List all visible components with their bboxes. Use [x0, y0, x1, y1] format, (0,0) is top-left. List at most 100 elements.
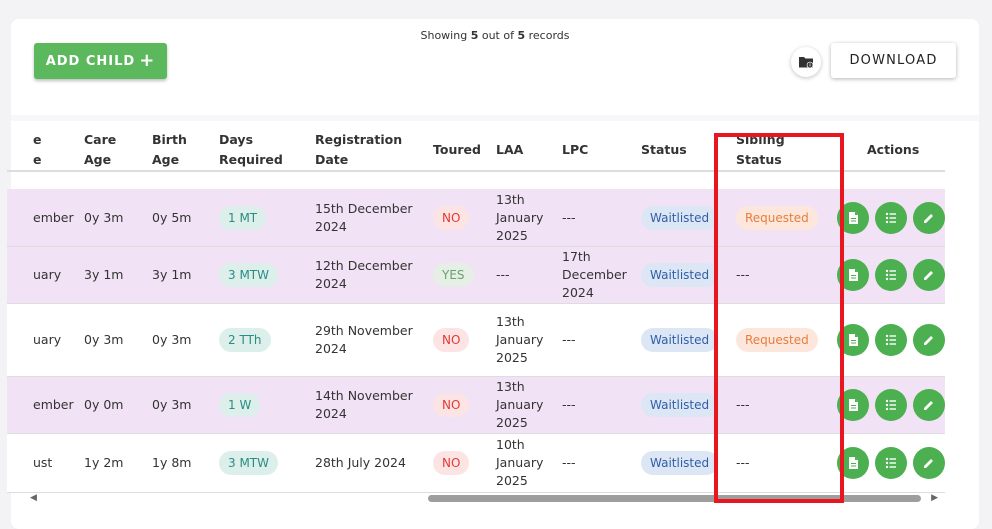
days-required-badge: 3 MTW	[219, 263, 278, 287]
document-icon	[849, 211, 858, 224]
care-age-cell: 1y 2m	[84, 455, 124, 470]
child-name-cell: ust	[33, 455, 53, 470]
details-list-button[interactable]	[875, 324, 907, 356]
birth-age-cell: 3y 1m	[152, 267, 192, 282]
edit-button[interactable]	[913, 201, 945, 234]
header-birth-age[interactable]: Birth Age	[152, 130, 187, 170]
registration-date-cell: 29th November 2024	[315, 323, 413, 356]
scrollbar-thumb[interactable]	[428, 495, 921, 502]
table-row[interactable]: ember 0y 3m 0y 5m 1 MT 15th December 2024…	[7, 189, 945, 247]
toolbar: Showing 5 out of 5 records ADD CHILD + D…	[11, 19, 979, 115]
edit-button[interactable]	[913, 447, 945, 479]
care-age-cell: 0y 0m	[84, 397, 124, 412]
sibling-status-cell: ---	[736, 455, 750, 470]
add-child-button[interactable]: ADD CHILD +	[34, 43, 167, 79]
edit-button[interactable]	[913, 324, 945, 356]
edit-pencil-icon	[924, 401, 933, 410]
folder-info-icon	[799, 57, 814, 69]
header-laa[interactable]: LAA	[496, 130, 523, 170]
view-document-button[interactable]	[837, 324, 869, 356]
laa-cell: ---	[496, 267, 510, 282]
edit-button[interactable]	[913, 389, 945, 421]
laa-cell: 13th January 2025	[496, 191, 544, 243]
details-list-button[interactable]	[875, 389, 907, 421]
sibling-status-badge: Requested	[736, 328, 818, 352]
toured-badge: NO	[433, 393, 470, 417]
toured-badge: NO	[433, 205, 470, 230]
header-status[interactable]: Status	[641, 130, 687, 170]
care-age-cell: 3y 1m	[84, 267, 124, 282]
days-required-badge: 1 MT	[219, 205, 267, 230]
records-table: ee Care Age Birth Age Days Required Registr…	[7, 130, 945, 500]
laa-cell: 13th January 2025	[496, 379, 544, 430]
list-icon	[885, 269, 896, 281]
scroll-right-icon[interactable]: ▶	[931, 493, 938, 503]
lpc-cell: ---	[562, 209, 576, 225]
child-name-cell: ember	[33, 397, 74, 412]
folder-info-button[interactable]	[791, 47, 821, 77]
registration-date-cell: 28th July 2024	[315, 455, 406, 470]
edit-pencil-icon	[924, 336, 933, 345]
table-row[interactable]: ust 1y 2m 1y 8m 3 MTW 28th July 2024 NO …	[7, 434, 945, 493]
child-name-cell: uary	[33, 332, 62, 347]
lpc-cell: 17th December 2024	[562, 249, 627, 300]
toured-badge: NO	[433, 328, 470, 352]
edit-button[interactable]	[913, 259, 945, 291]
divider	[11, 115, 979, 121]
edit-pencil-icon	[924, 459, 933, 468]
table-row[interactable]: uary 0y 3m 0y 3m 2 TTh 29th November 2024…	[7, 304, 945, 377]
sibling-status-cell: ---	[736, 397, 750, 412]
horizontal-scrollbar[interactable]: ◀ ▶	[28, 492, 938, 504]
registration-date-cell: 14th November 2024	[315, 388, 413, 421]
header-days-required[interactable]: Days Required	[219, 130, 283, 170]
plus-icon: +	[139, 50, 156, 71]
birth-age-cell: 0y 3m	[152, 332, 192, 347]
table-header: ee Care Age Birth Age Days Required Registr…	[7, 130, 945, 172]
list-icon	[885, 457, 896, 469]
lpc-cell: ---	[562, 332, 576, 347]
child-name-cell: uary	[33, 267, 62, 282]
toured-badge: NO	[433, 451, 470, 475]
table-row[interactable]: ember 0y 0m 0y 3m 1 W 14th November 2024 …	[7, 377, 945, 434]
scroll-left-icon[interactable]: ◀	[30, 493, 37, 503]
header-registration-date[interactable]: Registration Date	[315, 130, 402, 170]
list-icon	[885, 212, 896, 223]
birth-age-cell: 0y 3m	[152, 397, 192, 412]
details-list-button[interactable]	[875, 447, 907, 479]
document-icon	[849, 399, 858, 411]
toured-badge: YES	[433, 263, 474, 287]
registration-date-cell: 12th December 2024	[315, 258, 413, 291]
edit-pencil-icon	[924, 213, 933, 223]
care-age-cell: 0y 3m	[84, 209, 124, 225]
days-required-badge: 3 MTW	[219, 451, 278, 475]
table-row[interactable]: uary 3y 1m 3y 1m 3 MTW 12th December 2024…	[7, 247, 945, 304]
lpc-cell: ---	[562, 455, 576, 470]
status-badge: Waitlisted	[641, 263, 719, 287]
view-document-button[interactable]	[837, 259, 869, 291]
view-document-button[interactable]	[837, 201, 869, 234]
list-icon	[885, 334, 896, 346]
view-document-button[interactable]	[837, 447, 869, 479]
view-document-button[interactable]	[837, 389, 869, 421]
status-badge: Waitlisted	[641, 451, 719, 475]
days-required-badge: 2 TTh	[219, 328, 271, 352]
header-care-age[interactable]: Care Age	[84, 130, 116, 170]
status-badge: Waitlisted	[641, 328, 719, 352]
header-toured[interactable]: Toured	[433, 130, 481, 170]
header-sibling-status[interactable]: Sibling Status	[736, 130, 785, 170]
list-icon	[885, 399, 896, 411]
header-name[interactable]: ee	[33, 130, 41, 170]
download-button[interactable]: DOWNLOAD	[831, 43, 956, 78]
details-list-button[interactable]	[875, 201, 907, 234]
child-name-cell: ember	[33, 209, 74, 225]
birth-age-cell: 0y 5m	[152, 209, 192, 225]
header-actions: Actions	[867, 142, 920, 157]
header-lpc[interactable]: LPC	[562, 130, 588, 170]
status-badge: Waitlisted	[641, 205, 719, 230]
care-age-cell: 0y 3m	[84, 332, 124, 347]
laa-cell: 13th January 2025	[496, 314, 544, 365]
details-list-button[interactable]	[875, 259, 907, 291]
registration-date-cell: 15th December 2024	[315, 200, 413, 234]
birth-age-cell: 1y 8m	[152, 455, 192, 470]
document-icon	[849, 457, 858, 469]
